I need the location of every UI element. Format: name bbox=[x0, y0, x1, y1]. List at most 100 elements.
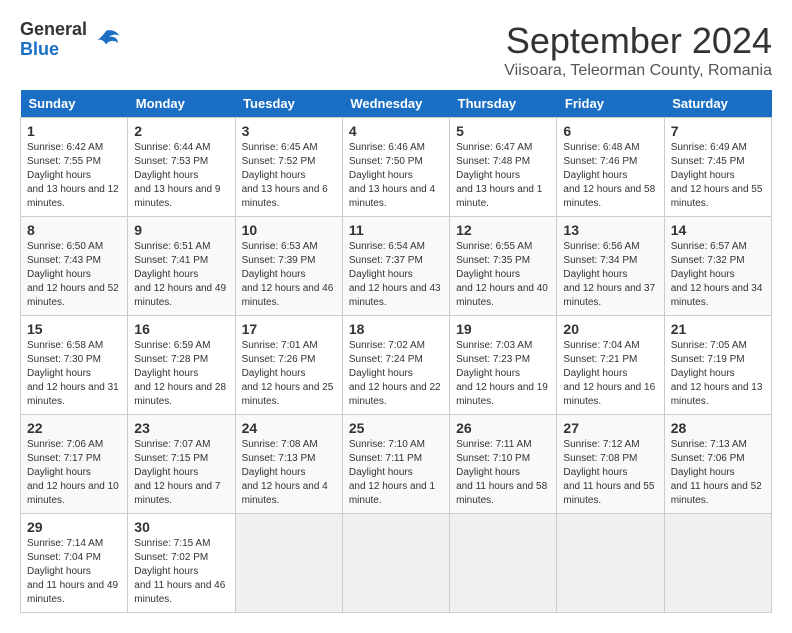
day-number: 10 bbox=[242, 222, 336, 238]
day-number: 13 bbox=[563, 222, 657, 238]
day-info: Sunrise: 6:57 AM Sunset: 7:32 PM Dayligh… bbox=[671, 240, 765, 310]
calendar-cell: 15 Sunrise: 6:58 AM Sunset: 7:30 PM Dayl… bbox=[21, 316, 128, 415]
day-number: 7 bbox=[671, 123, 765, 139]
day-number: 12 bbox=[456, 222, 550, 238]
day-number: 20 bbox=[563, 321, 657, 337]
day-number: 21 bbox=[671, 321, 765, 337]
day-info: Sunrise: 7:04 AM Sunset: 7:21 PM Dayligh… bbox=[563, 339, 657, 409]
day-number: 8 bbox=[27, 222, 121, 238]
calendar-cell bbox=[235, 514, 342, 613]
calendar-cell: 9 Sunrise: 6:51 AM Sunset: 7:41 PM Dayli… bbox=[128, 217, 235, 316]
day-info: Sunrise: 6:59 AM Sunset: 7:28 PM Dayligh… bbox=[134, 339, 228, 409]
calendar-cell: 24 Sunrise: 7:08 AM Sunset: 7:13 PM Dayl… bbox=[235, 415, 342, 514]
day-info: Sunrise: 6:46 AM Sunset: 7:50 PM Dayligh… bbox=[349, 141, 443, 211]
calendar-cell: 6 Sunrise: 6:48 AM Sunset: 7:46 PM Dayli… bbox=[557, 118, 664, 217]
calendar-cell bbox=[557, 514, 664, 613]
day-info: Sunrise: 7:08 AM Sunset: 7:13 PM Dayligh… bbox=[242, 438, 336, 508]
day-info: Sunrise: 6:44 AM Sunset: 7:53 PM Dayligh… bbox=[134, 141, 228, 211]
calendar-cell bbox=[450, 514, 557, 613]
calendar-cell: 2 Sunrise: 6:44 AM Sunset: 7:53 PM Dayli… bbox=[128, 118, 235, 217]
calendar-cell: 18 Sunrise: 7:02 AM Sunset: 7:24 PM Dayl… bbox=[342, 316, 449, 415]
day-info: Sunrise: 7:07 AM Sunset: 7:15 PM Dayligh… bbox=[134, 438, 228, 508]
calendar-cell: 10 Sunrise: 6:53 AM Sunset: 7:39 PM Dayl… bbox=[235, 217, 342, 316]
day-number: 30 bbox=[134, 519, 228, 535]
day-info: Sunrise: 6:54 AM Sunset: 7:37 PM Dayligh… bbox=[349, 240, 443, 310]
calendar-cell bbox=[342, 514, 449, 613]
day-info: Sunrise: 7:11 AM Sunset: 7:10 PM Dayligh… bbox=[456, 438, 550, 508]
day-number: 26 bbox=[456, 420, 550, 436]
calendar-cell: 29 Sunrise: 7:14 AM Sunset: 7:04 PM Dayl… bbox=[21, 514, 128, 613]
day-info: Sunrise: 7:14 AM Sunset: 7:04 PM Dayligh… bbox=[27, 537, 121, 607]
calendar-cell: 7 Sunrise: 6:49 AM Sunset: 7:45 PM Dayli… bbox=[664, 118, 771, 217]
calendar-cell: 5 Sunrise: 6:47 AM Sunset: 7:48 PM Dayli… bbox=[450, 118, 557, 217]
day-number: 24 bbox=[242, 420, 336, 436]
calendar-cell: 8 Sunrise: 6:50 AM Sunset: 7:43 PM Dayli… bbox=[21, 217, 128, 316]
day-info: Sunrise: 7:10 AM Sunset: 7:11 PM Dayligh… bbox=[349, 438, 443, 508]
day-number: 17 bbox=[242, 321, 336, 337]
logo-blue: Blue bbox=[20, 40, 87, 60]
day-info: Sunrise: 6:49 AM Sunset: 7:45 PM Dayligh… bbox=[671, 141, 765, 211]
calendar-cell: 3 Sunrise: 6:45 AM Sunset: 7:52 PM Dayli… bbox=[235, 118, 342, 217]
day-info: Sunrise: 7:13 AM Sunset: 7:06 PM Dayligh… bbox=[671, 438, 765, 508]
calendar-cell: 23 Sunrise: 7:07 AM Sunset: 7:15 PM Dayl… bbox=[128, 415, 235, 514]
day-number: 25 bbox=[349, 420, 443, 436]
day-info: Sunrise: 7:06 AM Sunset: 7:17 PM Dayligh… bbox=[27, 438, 121, 508]
day-info: Sunrise: 7:02 AM Sunset: 7:24 PM Dayligh… bbox=[349, 339, 443, 409]
weekday-header-monday: Monday bbox=[128, 90, 235, 118]
calendar-cell: 26 Sunrise: 7:11 AM Sunset: 7:10 PM Dayl… bbox=[450, 415, 557, 514]
day-number: 14 bbox=[671, 222, 765, 238]
title-area: September 2024 Viisoara, Teleorman Count… bbox=[504, 20, 772, 80]
calendar-cell: 27 Sunrise: 7:12 AM Sunset: 7:08 PM Dayl… bbox=[557, 415, 664, 514]
calendar-cell: 13 Sunrise: 6:56 AM Sunset: 7:34 PM Dayl… bbox=[557, 217, 664, 316]
day-info: Sunrise: 6:45 AM Sunset: 7:52 PM Dayligh… bbox=[242, 141, 336, 211]
day-info: Sunrise: 6:48 AM Sunset: 7:46 PM Dayligh… bbox=[563, 141, 657, 211]
day-number: 16 bbox=[134, 321, 228, 337]
calendar-cell: 22 Sunrise: 7:06 AM Sunset: 7:17 PM Dayl… bbox=[21, 415, 128, 514]
calendar-cell: 16 Sunrise: 6:59 AM Sunset: 7:28 PM Dayl… bbox=[128, 316, 235, 415]
day-number: 9 bbox=[134, 222, 228, 238]
day-info: Sunrise: 7:01 AM Sunset: 7:26 PM Dayligh… bbox=[242, 339, 336, 409]
calendar-cell bbox=[664, 514, 771, 613]
day-number: 11 bbox=[349, 222, 443, 238]
weekday-header-tuesday: Tuesday bbox=[235, 90, 342, 118]
day-info: Sunrise: 7:03 AM Sunset: 7:23 PM Dayligh… bbox=[456, 339, 550, 409]
calendar-cell: 21 Sunrise: 7:05 AM Sunset: 7:19 PM Dayl… bbox=[664, 316, 771, 415]
day-info: Sunrise: 6:56 AM Sunset: 7:34 PM Dayligh… bbox=[563, 240, 657, 310]
calendar-cell: 11 Sunrise: 6:54 AM Sunset: 7:37 PM Dayl… bbox=[342, 217, 449, 316]
calendar-cell: 1 Sunrise: 6:42 AM Sunset: 7:55 PM Dayli… bbox=[21, 118, 128, 217]
day-info: Sunrise: 7:05 AM Sunset: 7:19 PM Dayligh… bbox=[671, 339, 765, 409]
calendar-cell: 4 Sunrise: 6:46 AM Sunset: 7:50 PM Dayli… bbox=[342, 118, 449, 217]
month-title: September 2024 bbox=[504, 20, 772, 62]
day-info: Sunrise: 6:47 AM Sunset: 7:48 PM Dayligh… bbox=[456, 141, 550, 211]
weekday-header-row: SundayMondayTuesdayWednesdayThursdayFrid… bbox=[21, 90, 772, 118]
day-number: 5 bbox=[456, 123, 550, 139]
calendar-cell: 28 Sunrise: 7:13 AM Sunset: 7:06 PM Dayl… bbox=[664, 415, 771, 514]
day-number: 15 bbox=[27, 321, 121, 337]
day-info: Sunrise: 6:42 AM Sunset: 7:55 PM Dayligh… bbox=[27, 141, 121, 211]
day-number: 27 bbox=[563, 420, 657, 436]
weekday-header-thursday: Thursday bbox=[450, 90, 557, 118]
day-info: Sunrise: 6:51 AM Sunset: 7:41 PM Dayligh… bbox=[134, 240, 228, 310]
day-number: 23 bbox=[134, 420, 228, 436]
calendar-cell: 25 Sunrise: 7:10 AM Sunset: 7:11 PM Dayl… bbox=[342, 415, 449, 514]
day-number: 3 bbox=[242, 123, 336, 139]
day-number: 22 bbox=[27, 420, 121, 436]
calendar-cell: 12 Sunrise: 6:55 AM Sunset: 7:35 PM Dayl… bbox=[450, 217, 557, 316]
weekday-header-saturday: Saturday bbox=[664, 90, 771, 118]
day-number: 28 bbox=[671, 420, 765, 436]
weekday-header-sunday: Sunday bbox=[21, 90, 128, 118]
day-info: Sunrise: 7:12 AM Sunset: 7:08 PM Dayligh… bbox=[563, 438, 657, 508]
logo-general: General bbox=[20, 20, 87, 40]
calendar-cell: 30 Sunrise: 7:15 AM Sunset: 7:02 PM Dayl… bbox=[128, 514, 235, 613]
day-info: Sunrise: 6:58 AM Sunset: 7:30 PM Dayligh… bbox=[27, 339, 121, 409]
calendar-cell: 14 Sunrise: 6:57 AM Sunset: 7:32 PM Dayl… bbox=[664, 217, 771, 316]
location-subtitle: Viisoara, Teleorman County, Romania bbox=[504, 62, 772, 80]
day-number: 2 bbox=[134, 123, 228, 139]
logo-bird-icon bbox=[91, 25, 121, 55]
day-number: 18 bbox=[349, 321, 443, 337]
day-number: 29 bbox=[27, 519, 121, 535]
calendar-table: SundayMondayTuesdayWednesdayThursdayFrid… bbox=[20, 90, 772, 613]
logo: General Blue bbox=[20, 20, 121, 60]
weekday-header-friday: Friday bbox=[557, 90, 664, 118]
calendar-cell: 20 Sunrise: 7:04 AM Sunset: 7:21 PM Dayl… bbox=[557, 316, 664, 415]
